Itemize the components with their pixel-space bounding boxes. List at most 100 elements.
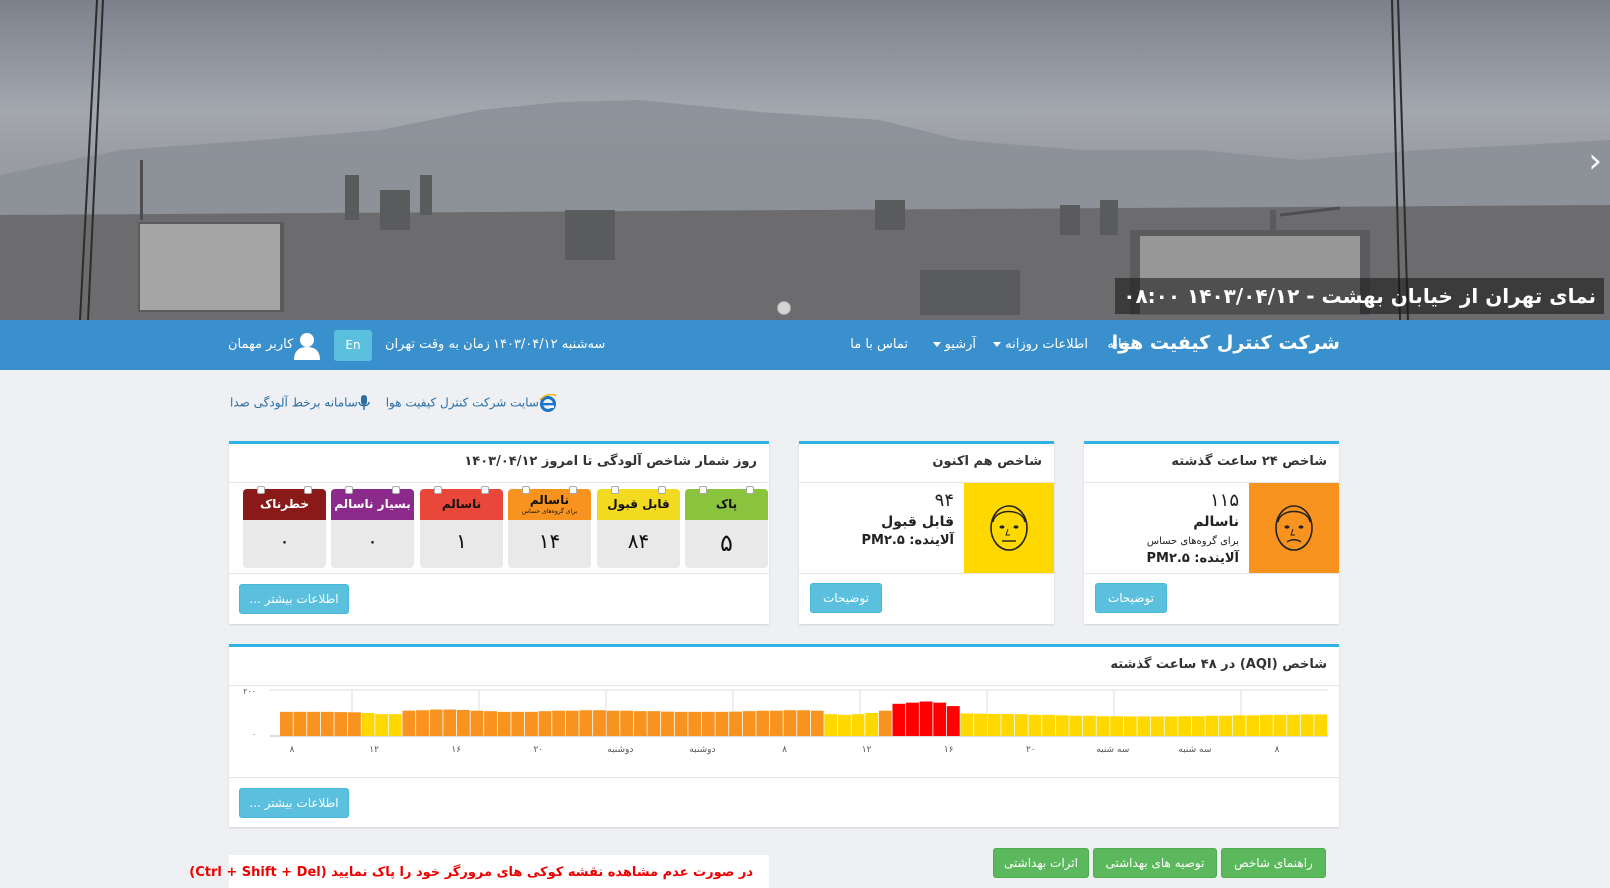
- caret-down-icon: [993, 342, 1002, 347]
- cookie-notice-text: در صورت عدم مشاهده نقشه کوکی های مرورگر …: [189, 865, 753, 880]
- x-tick-label: ۲۰: [533, 745, 543, 755]
- aqi-bar: [946, 706, 960, 736]
- nav-archive[interactable]: آرشیو: [932, 337, 976, 352]
- day-counter-value: ۱۴: [538, 529, 561, 553]
- aqi-bar: [538, 711, 552, 736]
- voice-system-link[interactable]: سامانه برخط آلودگی صدا: [230, 395, 370, 411]
- x-tick-label: ۱۶: [944, 745, 954, 755]
- aqi-status-note: برای گروه‌های حساس: [1146, 536, 1239, 547]
- aqi-bar: [429, 709, 443, 736]
- aqi-bar: [647, 711, 661, 736]
- aqi-bar: [620, 710, 634, 736]
- explanation-button[interactable]: توضیحات: [810, 583, 882, 613]
- brand-title[interactable]: شرکت کنترل کیفیت هوا: [1112, 332, 1340, 354]
- day-counter-label: ناسالم برای گروه‌های حساس: [508, 489, 591, 520]
- aqi-status-box: [1249, 483, 1339, 573]
- x-tick-label: دوشنبه: [689, 745, 715, 755]
- cookie-notice: در صورت عدم مشاهده نقشه کوکی های مرورگر …: [189, 855, 769, 888]
- x-tick-label: ۱۲: [862, 745, 872, 755]
- aqi-pollutant: آلاینده: PM۲.۵: [861, 533, 954, 548]
- day-counter-label-text: ناسالم: [441, 497, 482, 511]
- day-counter-label-text: خطرناک: [259, 497, 310, 511]
- explanation-button[interactable]: توضیحات: [1095, 583, 1167, 613]
- day-counter-label: پاک: [685, 489, 768, 520]
- slide-caption: نمای تهران از خیابان بهشت - ۱۴۰۳/۰۴/۱۲ ۰…: [1115, 278, 1604, 314]
- aqi-bar: [1178, 716, 1192, 736]
- aqi-bar: [701, 711, 715, 736]
- day-counter-label-text: بسیار ناسالم: [334, 497, 411, 511]
- divider: [229, 482, 769, 483]
- x-tick-label: ۸: [1275, 745, 1280, 755]
- aqi-bar: [1069, 715, 1083, 736]
- aqi-bar: [593, 710, 606, 736]
- aqi-bar: [565, 710, 579, 736]
- panel-title: شاخص (AQI) در ۴۸ ساعت گذشته: [1110, 657, 1327, 672]
- day-counter-label: ناسالم: [420, 489, 503, 520]
- aqi-bar: [688, 711, 702, 736]
- health-effects-button[interactable]: اثرات بهداشتی: [993, 848, 1089, 878]
- x-tick-label: ۸: [290, 745, 295, 755]
- microphone-icon: [358, 395, 370, 410]
- aqi-bar: [1137, 716, 1151, 736]
- calendar-ring-icon: [304, 486, 312, 494]
- panel-title: شاخص ۲۴ ساعت گذشته: [1171, 454, 1327, 469]
- day-counter-value: ۵: [720, 529, 733, 557]
- aqi-bar: [348, 712, 361, 736]
- nav-home[interactable]: خانه: [1107, 337, 1130, 352]
- nav-contact[interactable]: تماس با ما: [850, 337, 908, 352]
- aqi-bar: [1110, 716, 1124, 736]
- guest-user[interactable]: کاربر مهمان: [228, 337, 293, 352]
- city-photo: [0, 0, 1610, 320]
- aqi-bar: [470, 710, 484, 736]
- language-button[interactable]: En: [334, 330, 372, 361]
- aqi-bar: [606, 710, 620, 736]
- day-counter-card: بسیار ناسالم ۰: [331, 486, 414, 568]
- day-counter-card: قابل قبول ۸۴: [597, 486, 680, 568]
- panel-title: شاخص هم اکنون: [932, 454, 1042, 469]
- aqi-bar: [334, 712, 348, 736]
- aqi-bar: [1042, 714, 1055, 736]
- aqi-bar: [865, 713, 879, 736]
- aqi-bar: [1273, 714, 1287, 736]
- aqi-bar: [878, 710, 892, 736]
- aqi-bar: [416, 710, 429, 736]
- aqi-bar: [1287, 714, 1300, 736]
- x-tick-label: دوشنبه: [607, 745, 633, 755]
- aqi-bar: [769, 710, 783, 736]
- panel-title: روز شمار شاخص آلودگی تا امروز ۱۴۰۳/۰۴/۱۲: [464, 454, 757, 469]
- aqi-bar: [797, 710, 810, 736]
- next-slide-button[interactable]: ›: [1588, 144, 1602, 178]
- x-tick-label: سه شنبه: [1096, 745, 1129, 755]
- aqi-bar: [456, 710, 470, 736]
- more-info-button[interactable]: اطلاعات بیشتر ...: [239, 788, 349, 818]
- aqi-bar: [1300, 714, 1314, 736]
- x-tick-label: ۲۰: [1026, 745, 1036, 755]
- aqi-bar: [919, 701, 933, 736]
- aqi-bar: [280, 711, 293, 736]
- aqi-bar: [361, 713, 375, 736]
- divider: [1084, 573, 1339, 574]
- nav-archive-label: آرشیو: [944, 337, 976, 352]
- calendar-ring-icon: [522, 486, 530, 494]
- company-site-link[interactable]: سایت شرکت کنترل کیفیت هوا: [386, 394, 557, 412]
- aqi-bar: [974, 713, 987, 736]
- day-counter-card: ناسالم ۱: [420, 486, 503, 568]
- calendar-ring-icon: [611, 486, 619, 494]
- aqi-bar: [579, 710, 593, 736]
- aqi-bar: [715, 711, 729, 736]
- health-advice-button[interactable]: توصیه های بهداشتی: [1093, 848, 1217, 878]
- x-tick-label: ۱۲: [369, 745, 379, 755]
- aqi-bar: [402, 710, 416, 736]
- nav-daily-label: اطلاعات روزانه: [1005, 337, 1088, 352]
- aqi-bar: [1314, 714, 1328, 736]
- nav-daily-info[interactable]: اطلاعات روزانه: [993, 337, 1088, 352]
- aqi-bar: [484, 711, 497, 736]
- aqi-bar: [320, 711, 334, 736]
- more-info-button[interactable]: اطلاعات بیشتر ...: [239, 584, 349, 614]
- slide-indicator-dot[interactable]: [777, 301, 791, 315]
- user-icon[interactable]: [294, 332, 320, 360]
- aqi-bar: [1191, 716, 1205, 736]
- index-guide-button[interactable]: راهنمای شاخص: [1221, 848, 1326, 878]
- neutral-face-icon: [990, 505, 1028, 551]
- aqi-bar: [661, 711, 674, 736]
